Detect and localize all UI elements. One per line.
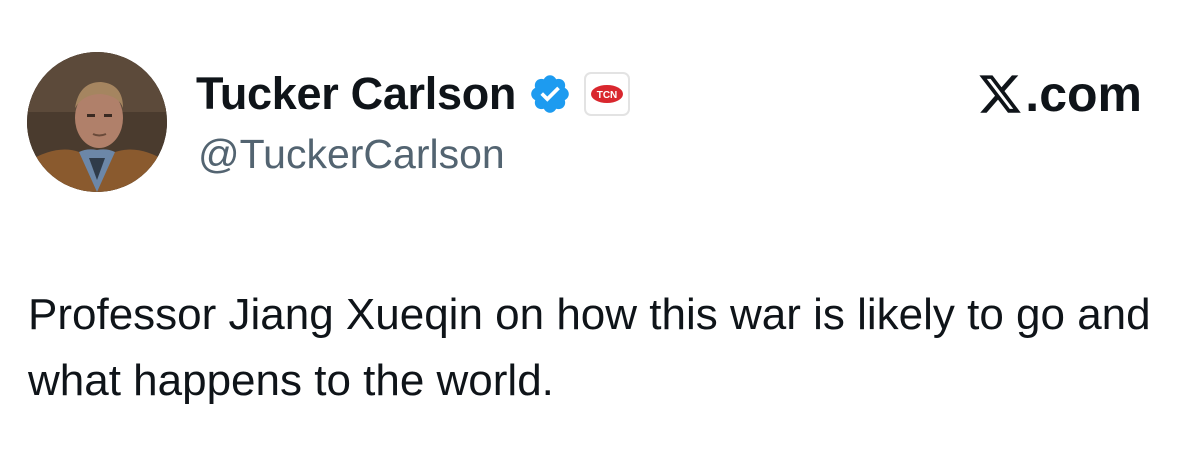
verified-badge-icon[interactable] <box>528 72 572 116</box>
site-label: .com <box>1025 66 1142 122</box>
avatar[interactable] <box>27 52 167 192</box>
tweet-text: Professor Jiang Xueqin on how this war i… <box>28 290 1151 405</box>
affiliate-badge-icon[interactable]: TCN <box>584 72 631 116</box>
x-logo-icon <box>979 75 1022 113</box>
tweet-card: Tucker Carlson TCN @TuckerCarlson .com P… <box>0 0 1200 452</box>
svg-text:TCN: TCN <box>597 90 618 101</box>
x-com-brand: .com <box>977 64 1142 124</box>
avatar-photo <box>27 52 167 192</box>
author-handle[interactable]: @TuckerCarlson <box>198 128 505 180</box>
author-name-row: Tucker Carlson TCN <box>196 66 631 122</box>
tcn-logo: TCN <box>591 85 624 103</box>
author-display-name[interactable]: Tucker Carlson <box>196 66 516 122</box>
